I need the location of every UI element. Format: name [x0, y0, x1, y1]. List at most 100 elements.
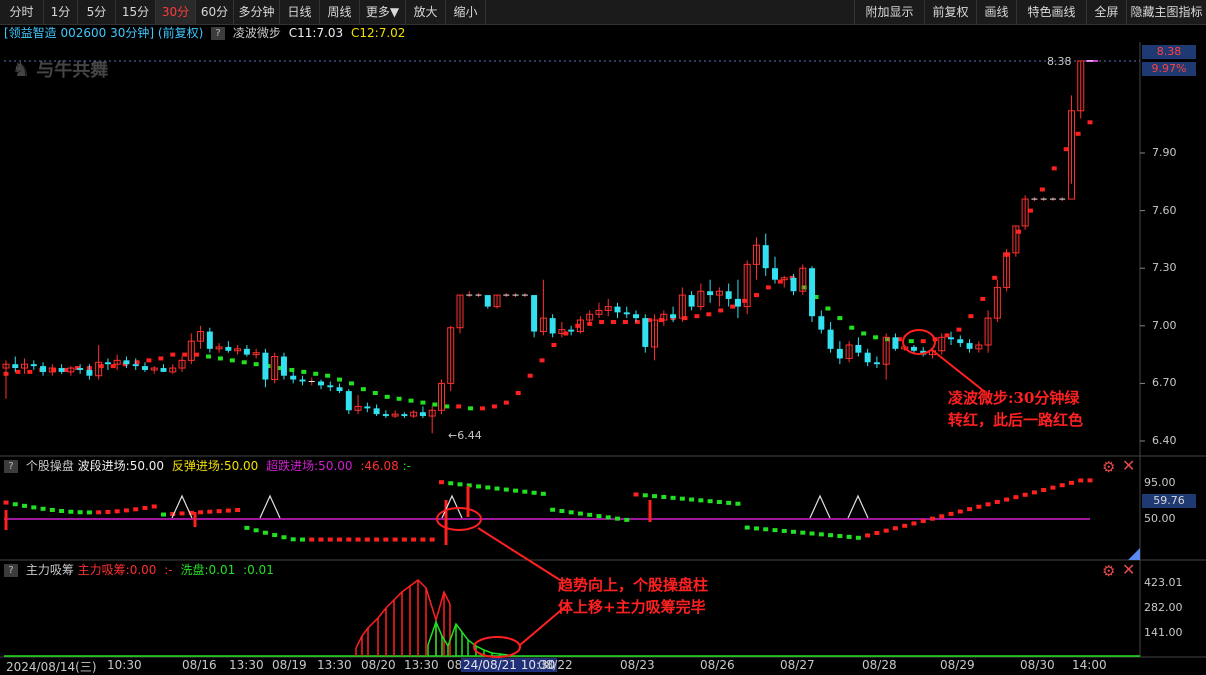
ma-dot [146, 358, 152, 363]
ma-dot [825, 306, 831, 311]
candle [280, 352, 287, 380]
panel2-value-5: :- [402, 459, 411, 473]
operation-dot [1013, 495, 1019, 500]
candlesticks [2, 60, 1093, 434]
operation-dot [383, 537, 389, 542]
operation-dot [670, 495, 676, 500]
operation-dot [299, 537, 305, 542]
operation-dot [707, 499, 713, 504]
time-axis-label-2: 08/16 [182, 658, 217, 672]
candle [623, 306, 630, 319]
candle [864, 348, 871, 367]
operation-dot [448, 481, 454, 486]
ma-dot [503, 400, 509, 405]
candle [290, 371, 297, 384]
operation-dot [12, 502, 18, 507]
annotation-shapes [436, 329, 986, 658]
annotation-2-line2: 体上移+主力吸筹完毕 [558, 598, 706, 616]
operation-dot [86, 510, 92, 515]
operation-dot [939, 514, 945, 519]
ma-dot [313, 371, 319, 376]
operation-dot [976, 504, 982, 509]
candle [391, 410, 399, 418]
panel-operation-chart [3, 478, 1140, 560]
operation-dot [198, 510, 204, 515]
panel3-close-icon[interactable]: ✕ [1122, 560, 1135, 579]
ma-dot [348, 381, 354, 386]
operation-dot [605, 515, 611, 520]
candle [169, 364, 177, 374]
ma-dot [396, 396, 402, 401]
ma-dot [837, 316, 843, 321]
candle [688, 291, 695, 311]
operation-dot [457, 482, 463, 487]
candle [743, 260, 751, 315]
candle [966, 339, 973, 353]
ma-dot [1063, 147, 1069, 152]
candle [1021, 195, 1029, 230]
candle [845, 341, 853, 363]
candle [1049, 197, 1056, 201]
operation-dot [967, 507, 973, 512]
ma-dot [1027, 208, 1033, 213]
ma-dot [110, 364, 116, 369]
candle [447, 325, 455, 392]
panel2-settings-icon[interactable]: ⚙ [1102, 458, 1115, 476]
operation-dot [374, 537, 380, 542]
candle [160, 364, 167, 372]
price-axis-label-0: 7.90 [1152, 146, 1177, 159]
operation-dot [438, 480, 444, 485]
ma-dot [873, 335, 879, 340]
ma-dot [551, 343, 557, 347]
ma-dot [908, 339, 914, 344]
candle [799, 264, 807, 296]
time-axis-label-4: 08/19 [272, 658, 307, 672]
candle [651, 314, 659, 361]
candle [568, 325, 575, 336]
candle [58, 364, 65, 374]
time-axis-label-8: 08 [447, 658, 463, 672]
ma-dot [432, 402, 438, 407]
current-price-box: 8.38 [1142, 45, 1196, 59]
candle [984, 310, 992, 353]
ma-dot [301, 369, 307, 374]
ma-dot [599, 319, 605, 324]
ma-dot [206, 354, 212, 359]
operation-dot [791, 529, 797, 534]
price-axis-label-5: 6.40 [1152, 434, 1177, 447]
operation-dot [948, 511, 954, 516]
ma-dot [980, 296, 986, 301]
operation-dot [633, 492, 639, 497]
operation-dot [281, 535, 287, 540]
candle [2, 360, 10, 399]
ma-dot [241, 360, 247, 365]
time-axis-label-11: 08/23 [620, 658, 655, 672]
candle [725, 283, 732, 307]
operation-dot [846, 534, 852, 539]
resize-corner-icon[interactable] [1128, 548, 1140, 560]
time-axis-label-16: 08/30 [1020, 658, 1055, 672]
operation-dot [1004, 497, 1010, 502]
candle [1067, 95, 1075, 200]
panel2-close-icon[interactable]: ✕ [1122, 456, 1135, 475]
candle [836, 341, 843, 365]
operation-dot [1068, 480, 1074, 485]
panel3-help-button[interactable]: ? [4, 564, 18, 577]
operation-dot [744, 525, 750, 530]
operation-dot [77, 510, 83, 515]
candle [271, 352, 279, 384]
panel3-settings-icon[interactable]: ⚙ [1102, 562, 1115, 580]
panel2-help-button[interactable]: ? [4, 460, 18, 473]
operation-dot [1031, 490, 1037, 495]
ma-dot [765, 285, 771, 290]
operation-dot [679, 496, 685, 501]
ma-dot [158, 356, 164, 361]
operation-dot [40, 506, 46, 511]
price-axis-label-3: 7.00 [1152, 318, 1177, 332]
annotation-circle-1 [902, 329, 936, 355]
operation-dot [837, 534, 843, 539]
signal-triangle-icon [809, 494, 831, 519]
candle [920, 346, 927, 357]
candle [539, 279, 547, 336]
operation-dot [337, 537, 343, 542]
